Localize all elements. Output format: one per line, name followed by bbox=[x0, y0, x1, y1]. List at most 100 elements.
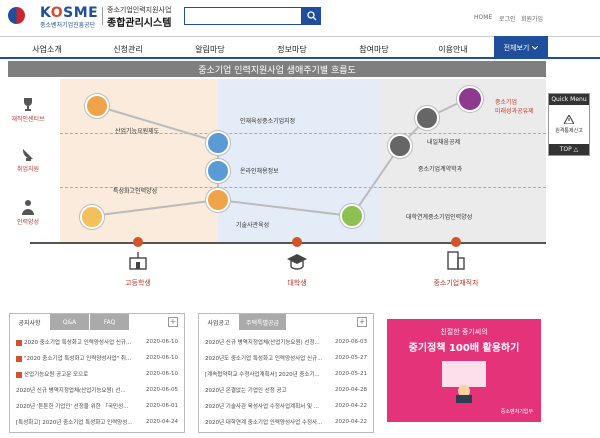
notice-more-button[interactable]: + bbox=[168, 317, 178, 327]
list-item-title: [특성화고] 2020년 중소기업 특성화고 인력양성... bbox=[16, 418, 136, 426]
list-item[interactable]: 2020년 '튼튼한 기업인' 선정을 위한 「국민성... 2020-06-01 bbox=[16, 398, 178, 414]
node-online-recruit[interactable] bbox=[206, 159, 230, 183]
node-label-vocational-training: 특성화고인력양성 bbox=[113, 188, 158, 195]
notice-board: 공지사항 Q&A FAQ + 2020 중소기업 특성화고 인력양성사업 신규.… bbox=[9, 313, 185, 433]
presenter-illustration-icon bbox=[442, 361, 486, 403]
timeline-dot-employee bbox=[451, 237, 461, 247]
list-item[interactable]: 2020 중소기업 특성화고 인력양성사업 신규... 2020-06-10 bbox=[16, 334, 178, 350]
list-item-title-text: 2020년 신규 병역지정업체(산업기능요원) 선정... bbox=[205, 340, 320, 346]
node-military-service[interactable] bbox=[85, 94, 109, 118]
bottom-label-employee: 중소기업재직자 bbox=[433, 279, 479, 287]
list-item[interactable]: 2020년 신규 병역지정업체(산업기능요원) 선... 2020-06-05 bbox=[16, 382, 178, 398]
list-item-title: "2020 중소기업 특성화고 인력양성사업" 취... bbox=[16, 354, 136, 362]
quick-menu-report[interactable]: 원격통제신고 bbox=[549, 105, 589, 144]
list-item-title-text: 산업기능요원 공고문 모으로 bbox=[24, 372, 89, 378]
graduation-cap-icon bbox=[287, 254, 307, 270]
quick-menu-top-button[interactable]: TOP △ bbox=[549, 144, 589, 155]
quick-menu-title: Quick Menu bbox=[549, 94, 589, 105]
list-item-date: 2020-06-05 bbox=[146, 387, 178, 393]
list-item-title-text: [특성화고] 2020년 중소기업 특성화고 인력양성... bbox=[16, 420, 133, 426]
list-item[interactable]: 2020년 기술사관 육성사업 수정사업계획서 및 ... 2020-04-22 bbox=[205, 398, 367, 414]
page: KOSME 중소벤처기업진흥공단 중소기업인력지원사업 종합관리시스템 HOME… bbox=[0, 0, 600, 438]
list-item-title-text: 2020년 기술사관 육성사업 수정사업계획서 및 ... bbox=[205, 404, 320, 410]
tab-business-notice[interactable]: 사업공고 bbox=[199, 314, 239, 330]
list-item-title: 2020년 신규 병역지정업체(산업기능요원) 선정... bbox=[205, 338, 325, 346]
node-tomorrow-fund[interactable] bbox=[415, 106, 439, 130]
timeline-dot-university bbox=[292, 237, 302, 247]
business-more-button[interactable]: + bbox=[357, 317, 367, 327]
tab-faq[interactable]: FAQ bbox=[90, 314, 130, 330]
office-building-icon bbox=[447, 251, 465, 270]
list-item-title: 2020 중소기업 특성화고 인력양성사업 신규... bbox=[16, 338, 136, 346]
list-item-date: 2020-06-03 bbox=[335, 339, 367, 345]
node-contract-dept[interactable] bbox=[388, 134, 412, 158]
node-label-university-link: 대학연계중소기업인력양성 bbox=[406, 214, 473, 221]
school-icon bbox=[129, 252, 147, 270]
list-item-title: 2020년도 중소기업 특성화고 인력양성사업 신규... bbox=[205, 354, 325, 362]
node-label-tech-officer: 기술사관육성 bbox=[236, 222, 270, 229]
node-label-military-service: 산업기능요원제도 bbox=[115, 128, 160, 135]
promo-title: 중기정책 100배 활용하기 bbox=[408, 343, 520, 354]
node-label-performance-share-2: 미래성과공유제 bbox=[495, 108, 534, 115]
list-item[interactable]: 2020년 신규 병역지정업체(산업기능요원) 선정... 2020-06-03 bbox=[205, 334, 367, 350]
new-badge-icon bbox=[16, 371, 22, 378]
list-item[interactable]: 2020년 온결없는 기업인 선정 공고 2020-04-28 bbox=[205, 382, 367, 398]
node-label-online-recruit: 온라인채용정보 bbox=[240, 168, 279, 175]
tab-housing-supply[interactable]: 주택특별공급 bbox=[239, 314, 287, 330]
new-badge-icon bbox=[16, 355, 22, 362]
node-label-talent-designation: 인재육성중소기업지정 bbox=[240, 118, 296, 125]
node-label-performance-share-1: 중소기업 bbox=[495, 99, 518, 106]
list-item-title-text: [계속협약학교 수정사업계획서] 2020년 중소기... bbox=[205, 372, 320, 378]
list-item[interactable]: [특성화고] 2020년 중소기업 특성화고 인력양성... 2020-04-24 bbox=[16, 414, 178, 430]
promo-footer: 중소벤처기업부 bbox=[500, 409, 533, 415]
list-item-title-text: 2020년 신규 병역지정업체(산업기능요원) 선... bbox=[16, 388, 126, 394]
tab-notice[interactable]: 공지사항 bbox=[10, 314, 50, 330]
list-item-title-text: 2020년도 중소기업 특성화고 인력양성사업 신규... bbox=[205, 356, 323, 362]
list-item-title: 2020년 온결없는 기업인 선정 공고 bbox=[205, 386, 325, 394]
list-item-date: 2020-06-01 bbox=[146, 403, 178, 409]
list-item-date: 2020-04-28 bbox=[335, 387, 367, 393]
tab-qna[interactable]: Q&A bbox=[50, 314, 90, 330]
list-item-date: 2020-05-27 bbox=[335, 355, 367, 361]
business-board: 사업공고 주택특별공급 + 2020년 신규 병역지정업체(산업기능요원) 선정… bbox=[198, 313, 374, 433]
node-talent-designation[interactable] bbox=[206, 131, 230, 155]
list-item-title: 산업기능요원 공고문 모으로 bbox=[16, 370, 136, 378]
list-item-date: 2020-06-10 bbox=[146, 355, 178, 361]
policy-promo-banner[interactable]: 친절한 중기씨의 중기정책 100배 활용하기 중소벤처기업부 bbox=[387, 319, 541, 422]
list-item-title: [계속협약학교 수정사업계획서] 2020년 중소기... bbox=[205, 370, 325, 378]
new-badge-icon bbox=[16, 339, 22, 346]
list-item-date: 2020-06-10 bbox=[146, 339, 178, 345]
list-item[interactable]: [계속협약학교 수정사업계획서] 2020년 중소기... 2020-05-21 bbox=[205, 366, 367, 382]
node-label-contract-dept: 중소기업계약학과 bbox=[418, 166, 463, 173]
list-item[interactable]: 2020년 대학연계 중소기업 인력양성사업 수정사... 2020-04-22 bbox=[205, 414, 367, 430]
node-performance-share[interactable] bbox=[457, 86, 483, 112]
node-university-link[interactable] bbox=[340, 204, 364, 228]
list-item[interactable]: 산업기능요원 공고문 모으로 2020-06-10 bbox=[16, 366, 178, 382]
list-item-date: 2020-05-21 bbox=[335, 371, 367, 377]
bottom-label-university: 대학생 bbox=[287, 279, 307, 287]
list-item-title-text: 2020년 '튼튼한 기업인' 선정을 위한 「국민성... bbox=[16, 404, 129, 410]
list-item-title-text: 2020 중소기업 특성화고 인력양성사업 신규... bbox=[24, 340, 132, 346]
list-item-title-text: 2020년 대학연계 중소기업 인력양성사업 수정사... bbox=[205, 420, 323, 426]
list-item-date: 2020-04-24 bbox=[146, 419, 178, 425]
list-item-title: 2020년 대학연계 중소기업 인력양성사업 수정사... bbox=[205, 418, 325, 426]
node-label-tomorrow-fund: 내일채움공제 bbox=[427, 139, 461, 146]
list-item[interactable]: 2020년도 중소기업 특성화고 인력양성사업 신규... 2020-05-27 bbox=[205, 350, 367, 366]
quick-menu-report-label: 원격통제신고 bbox=[555, 128, 583, 134]
list-item-title-text: "2020 중소기업 특성화고 인력양성사업" 취... bbox=[24, 356, 132, 362]
node-tech-officer[interactable] bbox=[206, 188, 230, 212]
warning-icon bbox=[564, 115, 574, 124]
list-item-title: 2020년 기술사관 육성사업 수정사업계획서 및 ... bbox=[205, 402, 325, 410]
list-item-date: 2020-04-22 bbox=[335, 419, 367, 425]
list-item-date: 2020-04-22 bbox=[335, 403, 367, 409]
quick-menu: Quick Menu 원격통제신고 TOP △ bbox=[548, 93, 590, 156]
list-item[interactable]: "2020 중소기업 특성화고 인력양성사업" 취... 2020-06-10 bbox=[16, 350, 178, 366]
list-item-title-text: 2020년 온결없는 기업인 선정 공고 bbox=[205, 388, 287, 394]
timeline-dot-highschool bbox=[133, 237, 143, 247]
list-item-date: 2020-06-10 bbox=[146, 371, 178, 377]
node-vocational-training[interactable] bbox=[80, 205, 104, 229]
promo-subtitle: 친절한 중기씨의 bbox=[440, 328, 488, 336]
list-item-title: 2020년 신규 병역지정업체(산업기능요원) 선... bbox=[16, 386, 136, 394]
bottom-label-highschool: 고등학생 bbox=[125, 279, 151, 287]
list-item-title: 2020년 '튼튼한 기업인' 선정을 위한 「국민성... bbox=[16, 402, 136, 410]
